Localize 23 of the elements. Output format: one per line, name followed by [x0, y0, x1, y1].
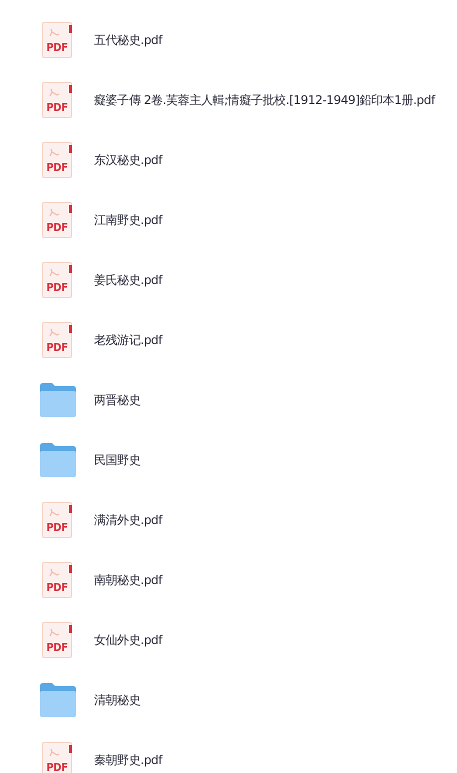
file-name[interactable]: 两晋秘史 [94, 392, 140, 408]
file-name[interactable]: 姜氏秘史.pdf [94, 272, 162, 288]
file-name[interactable]: 民国野史 [94, 452, 140, 468]
pdf-file-icon: PDF [42, 262, 72, 298]
file-name[interactable]: 老残游记.pdf [94, 332, 162, 348]
file-name[interactable]: 癡婆子傳 2卷.芙蓉主人輯;情癡子批校.[1912-1949]鉛印本1册.pdf [94, 92, 435, 108]
pdf-file-icon: PDF [42, 502, 72, 538]
file-name[interactable]: 五代秘史.pdf [94, 32, 162, 48]
file-name[interactable]: 江南野史.pdf [94, 212, 162, 228]
file-name[interactable]: 女仙外史.pdf [94, 632, 162, 648]
pdf-file-icon: PDF [42, 742, 72, 773]
pdf-file-icon: PDF [42, 622, 72, 658]
pdf-file-icon: PDF [42, 142, 72, 178]
pdf-file-icon: PDF [42, 322, 72, 358]
file-name[interactable]: 东汉秘史.pdf [94, 152, 162, 168]
file-name[interactable]: 秦朝野史.pdf [94, 752, 162, 768]
pdf-file-icon: PDF [42, 202, 72, 238]
pdf-file-icon: PDF [42, 82, 72, 118]
pdf-file-icon: PDF [42, 22, 72, 58]
pdf-file-icon: PDF [42, 562, 72, 598]
file-name[interactable]: 清朝秘史 [94, 692, 140, 708]
file-name[interactable]: 满清外史.pdf [94, 512, 162, 528]
file-name[interactable]: 南朝秘史.pdf [94, 572, 162, 588]
